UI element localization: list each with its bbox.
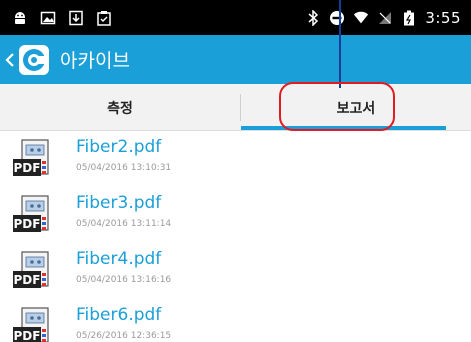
pdf-file-icon: PDF <box>12 307 56 342</box>
pdf-file-icon: PDF <box>12 139 56 179</box>
android-icon <box>12 10 28 26</box>
no-entry-icon <box>329 10 345 26</box>
file-name: Fiber4.pdf <box>76 249 162 269</box>
app-logo-icon[interactable] <box>18 44 50 76</box>
list-item[interactable]: PDF Fiber4.pdf 05/04/2016 13:16:16 <box>0 243 471 299</box>
pdf-icon-label: PDF <box>14 217 41 231</box>
pdf-icon-label: PDF <box>14 161 41 175</box>
image-icon <box>40 10 56 26</box>
back-chevron-icon[interactable] <box>4 50 16 70</box>
file-date: 05/26/2016 12:36:15 <box>76 331 172 341</box>
tab-label: 측정 <box>107 100 133 117</box>
file-list: PDF Fiber2.pdf 05/04/2016 13:10:31 PDF F… <box>0 131 471 342</box>
page-title: 아카이브 <box>60 50 130 72</box>
clipboard-icon <box>96 10 112 26</box>
tab-bar: 측정 보고서 <box>0 84 471 131</box>
wifi-icon <box>353 10 369 26</box>
annotation-highlight-box <box>279 82 395 131</box>
download-icon <box>68 10 84 26</box>
pdf-file-icon: PDF <box>12 195 56 235</box>
bluetooth-icon <box>305 9 321 26</box>
list-item[interactable]: PDF Fiber2.pdf 05/04/2016 13:10:31 <box>0 131 471 187</box>
list-item[interactable]: PDF Fiber6.pdf 05/26/2016 12:36:15 <box>0 299 471 342</box>
status-time: 3:55 <box>425 8 461 27</box>
file-name: Fiber3.pdf <box>76 193 162 213</box>
battery-icon <box>401 10 417 26</box>
file-name: Fiber2.pdf <box>76 137 162 157</box>
file-date: 05/04/2016 13:11:14 <box>76 219 172 229</box>
list-item[interactable]: PDF Fiber3.pdf 05/04/2016 13:11:14 <box>0 187 471 243</box>
pdf-icon-label: PDF <box>14 273 41 287</box>
tab-measurement[interactable]: 측정 <box>0 84 240 131</box>
pdf-icon-label: PDF <box>14 329 41 342</box>
file-date: 05/04/2016 13:16:16 <box>76 275 172 285</box>
pdf-file-icon: PDF <box>12 251 56 291</box>
no-signal-icon <box>377 10 393 26</box>
file-name: Fiber6.pdf <box>76 305 162 325</box>
status-bar: 3:55 <box>0 0 471 35</box>
app-bar: 아카이브 <box>0 35 471 84</box>
annotation-pointer-line <box>339 0 341 88</box>
file-date: 05/04/2016 13:10:31 <box>76 163 172 173</box>
